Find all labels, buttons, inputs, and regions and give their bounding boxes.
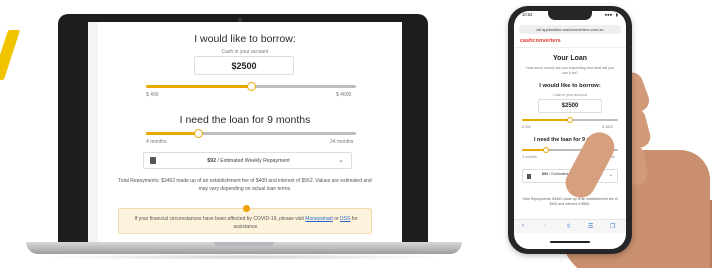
bookmarks-icon[interactable]: ☰ [588, 223, 593, 230]
phone-amount-slider-handle[interactable] [567, 117, 573, 123]
phone-term-min: 4 months [522, 155, 537, 159]
phone-amount-slider-fill [522, 119, 570, 121]
amount-min-label: $ 400 [146, 92, 159, 98]
amount-slider-fill [146, 85, 251, 88]
phone-amount-slider[interactable] [522, 117, 618, 123]
repayment-text: $92 / Estimated Weekly Repayment [144, 158, 353, 164]
browser-toolbar: ‹ › ⇧ ☰ ❐ [514, 219, 626, 233]
laptop-shadow [40, 254, 450, 260]
marketing-composite: I would like to borrow: Cash in your acc… [0, 0, 712, 268]
covid-notice-text: If your financial circumstances have bee… [125, 215, 367, 231]
laptop-screen: I would like to borrow: Cash in your acc… [88, 22, 402, 242]
tabs-icon[interactable]: ❐ [610, 223, 615, 230]
repayment-summary: Total Repayments: $3462 made up of an es… [118, 178, 372, 192]
laptop-base-notch [214, 242, 274, 246]
borrow-heading: I would like to borrow: [194, 33, 296, 45]
info-icon [243, 205, 250, 212]
phone-term-slider-handle[interactable] [543, 147, 549, 153]
repayment-amount: $92 [207, 158, 216, 164]
phone-cash-label: Cash in your account [553, 93, 587, 97]
phone-screen: 10:52 ●●● ▮ aA application.cashconverter… [514, 11, 626, 249]
phone-summary: Total Repayments: $3462 made up of an es… [522, 197, 618, 206]
divider [514, 47, 626, 48]
notice-text-mid: or [334, 216, 339, 222]
term-max-label: 24 months [330, 139, 354, 145]
forward-icon[interactable]: › [544, 223, 546, 229]
phone-amount-max: $ 4600 [602, 125, 613, 129]
brand-logo: cashconverters [520, 38, 561, 44]
browser-gutter [88, 22, 98, 242]
back-icon[interactable]: ‹ [522, 223, 524, 229]
page-description: How much money are you requesting and wh… [526, 66, 614, 75]
phone-repayment-amount: $92 [541, 172, 549, 176]
home-indicator [550, 241, 590, 243]
repayment-select[interactable]: $92 / Estimated Weekly Repayment ⌄ [143, 152, 352, 169]
term-heading: I need the loan for 9 months [179, 114, 311, 126]
amount-slider-handle[interactable] [246, 82, 256, 91]
signal-icon: ●●● ▮ [604, 12, 618, 17]
repayment-label: / Estimated Weekly Repayment [217, 158, 290, 164]
term-min-label: 4 months [146, 139, 167, 145]
page-title: Your Loan [552, 55, 588, 62]
moneysmart-link[interactable]: Moneysmart [305, 216, 333, 222]
amount-input[interactable]: $2500 [194, 56, 294, 75]
phone-amount-min: $ 400 [522, 125, 531, 129]
covid-notice: If your financial circumstances have bee… [118, 205, 372, 234]
amount-max-label: $ 4600 [336, 92, 352, 98]
share-icon[interactable]: ⇧ [566, 223, 571, 230]
term-slider-fill [146, 132, 199, 135]
term-slider-handle[interactable] [194, 129, 203, 138]
chevron-down-icon: ⌄ [338, 157, 344, 164]
term-slider[interactable] [146, 129, 356, 138]
chevron-down-icon: ⌄ [608, 172, 613, 178]
notice-text-before: If your financial circumstances have bee… [134, 216, 304, 222]
phone-amount-input[interactable]: $2500 [538, 99, 602, 113]
status-time: 10:52 [522, 12, 533, 17]
phone-borrow-heading: I would like to borrow: [539, 83, 601, 89]
dss-link[interactable]: DSS [340, 216, 350, 222]
cash-label: Cash in your account [221, 49, 269, 55]
decorative-stripe [0, 30, 21, 80]
address-bar[interactable]: aA application.cashconverters.com.au [519, 25, 621, 34]
calendar-icon [527, 174, 531, 179]
amount-slider[interactable] [146, 82, 356, 91]
phone-notch [548, 11, 592, 20]
